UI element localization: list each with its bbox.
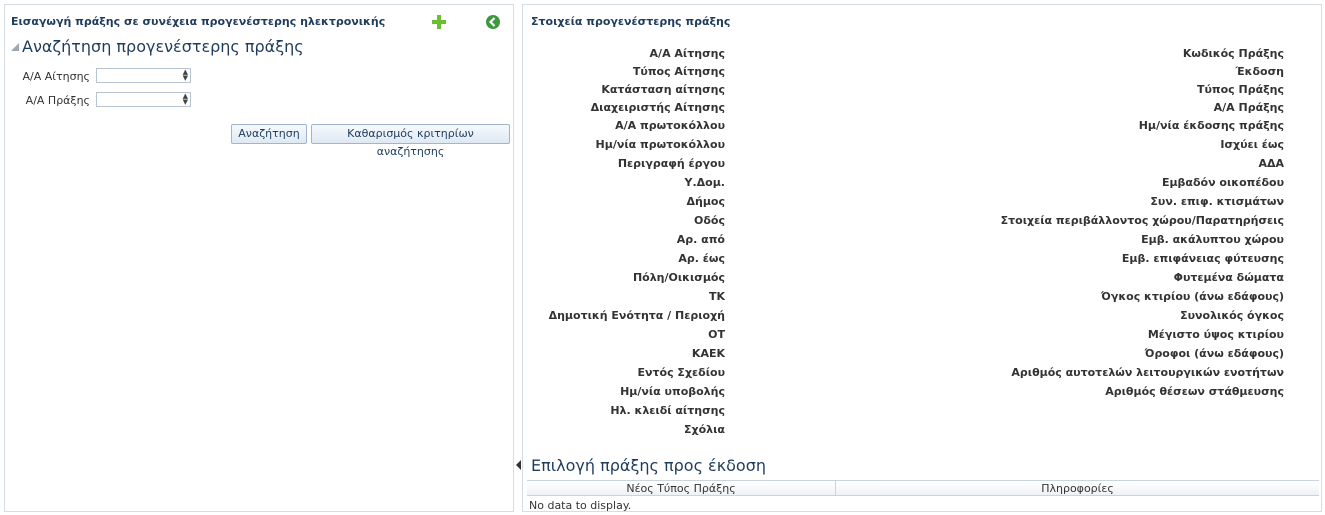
search-section-title[interactable]: Αναζήτηση προγενέστερης πράξης — [11, 37, 304, 56]
clear-criteria-button[interactable]: Καθαρισμός κριτηρίων αναζήτησης — [311, 124, 510, 158]
detail-label: Αριθμός αυτοτελών λειτουργικών ενοτήτων — [1011, 366, 1284, 379]
detail-label: Διαχειριστής Αίτησης — [590, 101, 725, 114]
act-number-input[interactable]: ▲ ▼ — [96, 92, 191, 107]
collapse-triangle-icon[interactable] — [11, 43, 19, 51]
detail-label: Κατάσταση αίτησης — [601, 83, 725, 96]
detail-label: Συνολικός όγκος — [1180, 309, 1284, 322]
search-button[interactable]: Αναζήτηση — [231, 124, 307, 144]
application-number-input[interactable]: ▲ ▼ — [96, 68, 191, 83]
detail-label: Τύπος Πράξης — [1196, 83, 1284, 96]
detail-label: Α/Α Αίτησης — [649, 47, 725, 60]
detail-label: Έκδοση — [1235, 65, 1284, 78]
detail-label: Φυτεμένα δώματα — [1173, 271, 1284, 284]
empty-table-message: No data to display. — [529, 499, 632, 512]
detail-label: Πόλη/Οικισμός — [632, 271, 725, 284]
detail-label: Σχόλια — [684, 423, 725, 436]
select-act-title: Επιλογή πράξης προς έκδοση — [531, 456, 766, 475]
act-number-label: Α/Α Πράξης — [25, 94, 90, 107]
detail-label: Εμβ. επιφάνειας φύτευσης — [1121, 252, 1284, 265]
details-title: Στοιχεία προγενέστερης πράξης — [531, 15, 731, 28]
search-panel: Εισαγωγή πράξης σε συνέχεια προγενέστερη… — [4, 4, 514, 512]
splitter-collapse-icon[interactable] — [516, 460, 521, 470]
detail-label: Στοιχεία περιβάλλοντος χώρου/Παρατηρήσει… — [1000, 214, 1284, 227]
detail-label: ΚΑΕΚ — [691, 347, 725, 360]
detail-label: Α/Α πρωτοκόλλου — [615, 119, 725, 132]
detail-label: Αρ. από — [676, 233, 725, 246]
detail-label: Όροφοι (άνω εδάφους) — [1144, 347, 1284, 360]
column-header-info[interactable]: Πληροφορίες — [836, 482, 1319, 495]
search-section-label: Αναζήτηση προγενέστερης πράξης — [22, 37, 304, 56]
detail-label: Υ.Δομ. — [684, 176, 726, 189]
detail-label: ΑΔΑ — [1258, 157, 1284, 170]
detail-label: Αριθμός θέσεων στάθμευσης — [1105, 385, 1284, 398]
spinner-arrows-icon[interactable]: ▲ ▼ — [183, 69, 188, 82]
detail-label: Εμβαδόν οικοπέδου — [1161, 176, 1284, 189]
detail-label: Α/Α Πράξης — [1213, 101, 1284, 114]
detail-label: ΟΤ — [708, 328, 725, 341]
detail-label: Κωδικός Πράξης — [1182, 47, 1284, 60]
detail-label: Ηλ. κλειδί αίτησης — [610, 404, 725, 417]
detail-label: Δημοτική Ενότητα / Περιοχή — [548, 309, 725, 322]
acts-table-header: Νέος Τύπος Πράξης Πληροφορίες — [527, 480, 1319, 496]
detail-label: Ημ/νία υποβολής — [620, 385, 725, 398]
detail-label: ΤΚ — [708, 290, 725, 303]
detail-label: Οδός — [694, 214, 725, 227]
detail-label: Συν. επιφ. κτισμάτων — [1150, 195, 1284, 208]
detail-label: Τύπος Αίτησης — [632, 65, 725, 78]
detail-label: Εντός Σχεδίου — [637, 366, 726, 379]
detail-label: Αρ. έως — [678, 252, 725, 265]
add-icon[interactable] — [431, 14, 447, 30]
column-header-new-act-type[interactable]: Νέος Τύπος Πράξης — [527, 482, 835, 495]
back-arrow-icon[interactable] — [485, 14, 501, 30]
detail-label: Ημ/νία πρωτοκόλλου — [595, 138, 725, 151]
detail-label: Περιγραφή έργου — [617, 157, 725, 170]
detail-label: Εμβ. ακάλυπτου χώρου — [1141, 233, 1284, 246]
spinner-arrows-icon[interactable]: ▲ ▼ — [183, 93, 188, 106]
detail-label: Ισχύει έως — [1220, 138, 1284, 151]
application-number-label: Α/Α Αίτησης — [22, 70, 91, 83]
previous-act-details-panel: Στοιχεία προγενέστερης πράξης Α/Α Αίτηση… — [522, 4, 1322, 512]
detail-label: Μέγιστο ύψος κτιρίου — [1147, 328, 1284, 341]
detail-label: Όγκος κτιρίου (άνω εδάφους) — [1101, 290, 1284, 303]
panel-title: Εισαγωγή πράξης σε συνέχεια προγενέστερη… — [11, 15, 386, 28]
detail-label: Δήμος — [686, 195, 725, 208]
detail-label: Ημ/νία έκδοσης πράξης — [1138, 119, 1284, 132]
